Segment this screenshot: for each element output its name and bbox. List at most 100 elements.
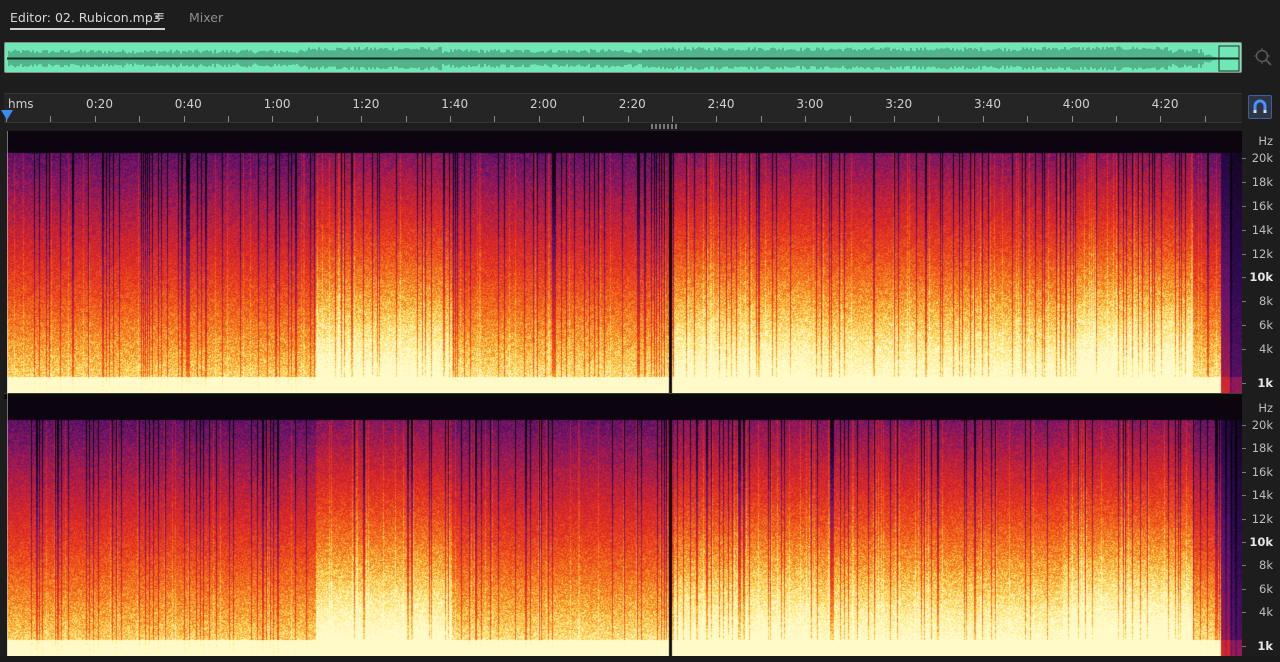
timeline-tick-label: 1:00 — [263, 97, 291, 111]
active-tab-underline — [10, 28, 165, 30]
timeline-tick — [938, 116, 939, 122]
frequency-tick-label: 4k — [1259, 342, 1273, 356]
timeline-tick-label: 1:40 — [441, 97, 469, 111]
waveform-overview[interactable] — [4, 42, 1242, 73]
timeline-tick — [494, 116, 495, 122]
timeline-tick — [761, 116, 762, 122]
timeline-tick — [1072, 116, 1073, 122]
frequency-tick — [1242, 495, 1246, 496]
timeline-tick-label: 3:40 — [974, 97, 1001, 111]
timeline-tick — [583, 116, 584, 122]
tab-editor[interactable]: Editor: 02. Rubicon.mp3 — [10, 9, 161, 27]
timeline-tick — [272, 116, 273, 122]
timeline-tick — [628, 116, 629, 122]
frequency-tick-label: 10k — [1249, 535, 1273, 549]
frequency-tick-label: 20k — [1251, 151, 1273, 165]
frequency-tick — [1242, 383, 1246, 384]
timeline-tick — [184, 116, 185, 122]
frequency-tick-label: 16k — [1251, 199, 1273, 213]
frequency-tick — [1242, 349, 1246, 350]
timeline-tick-label: 2:20 — [618, 97, 646, 111]
frequency-tick-label: 16k — [1251, 465, 1273, 479]
timeline-tick — [894, 116, 895, 122]
timeline-tick-label: 3:00 — [796, 97, 824, 111]
frequency-tick — [1242, 182, 1246, 183]
timeline-tick — [1160, 116, 1161, 122]
timeline-tick — [317, 116, 318, 122]
timeline-tick — [361, 116, 362, 122]
timeline-tick-label: 3:20 — [885, 97, 913, 111]
frequency-tick — [1242, 589, 1246, 590]
frequency-tick — [1242, 277, 1246, 278]
snap-magnet-icon — [1253, 99, 1267, 113]
frequency-tick-label: 8k — [1259, 294, 1273, 308]
timeline-tick-label: 2:00 — [530, 97, 557, 111]
frequency-tick-label: 18k — [1251, 441, 1273, 455]
timeline-tick — [672, 116, 673, 122]
timeline-tick-label: 0:20 — [86, 97, 113, 111]
frequency-tick — [1242, 158, 1246, 159]
frequency-tick — [1242, 254, 1246, 255]
timeline-tick — [1205, 116, 1206, 122]
frequency-axis-right: Hz 20k 18k 16k 14k 12k 10k 8k 6k 4k 1k — [1242, 398, 1280, 656]
timeline-tick — [983, 116, 984, 122]
frequency-unit-label: Hz — [1258, 401, 1273, 415]
timeline-ruler[interactable]: hms 0:20 0:40 1:00 1:20 1:40 2:00 2:20 2:40 3:00… — [4, 93, 1242, 123]
frequency-tick-label: 12k — [1251, 512, 1273, 526]
frequency-tick — [1242, 565, 1246, 566]
timeline-tick — [50, 116, 51, 122]
timeline-tick — [228, 116, 229, 122]
frequency-tick-label: 12k — [1251, 247, 1273, 261]
panel-menu-icon[interactable]: ≡ — [154, 9, 165, 24]
spectral-channel-left[interactable] — [7, 131, 1242, 393]
frequency-tick — [1242, 301, 1246, 302]
timeline-tick-label: 1:20 — [352, 97, 380, 111]
frequency-tick-label: 10k — [1249, 270, 1273, 284]
timeline-tick — [805, 116, 806, 122]
tab-mixer[interactable]: Mixer — [189, 9, 223, 27]
timeline-tick — [716, 116, 717, 122]
overview-waveform — [7, 45, 1240, 72]
frequency-tick — [1242, 230, 1246, 231]
spectrogram-right — [7, 398, 1242, 656]
snap-button[interactable] — [1248, 95, 1272, 119]
frequency-axis-left: Hz 20k 18k 16k 14k 12k 10k 8k 6k 4k 1k — [1242, 131, 1280, 393]
timeline-tick — [406, 116, 407, 122]
frequency-tick-label: 18k — [1251, 175, 1273, 189]
timeline-tick — [139, 116, 140, 122]
frequency-tick — [1242, 425, 1246, 426]
spectrogram-left — [7, 131, 1242, 393]
frequency-tick — [1242, 472, 1246, 473]
frequency-tick-label: 6k — [1259, 318, 1273, 332]
spectral-channel-right[interactable] — [7, 398, 1242, 656]
timeline-tick-label: 4:00 — [1062, 97, 1090, 111]
timeline-tick-label: 2:40 — [707, 97, 735, 111]
frequency-unit-label: Hz — [1258, 134, 1273, 148]
panel-resize-handle[interactable] — [651, 124, 677, 129]
timeline-tick — [95, 116, 96, 122]
start-marker-line — [7, 131, 8, 656]
frequency-tick-label: 6k — [1259, 582, 1273, 596]
frequency-tick-label: 1k — [1257, 376, 1273, 390]
timeline-tick — [539, 116, 540, 122]
frequency-tick-label: 14k — [1251, 488, 1273, 502]
frequency-tick — [1242, 519, 1246, 520]
playhead-marker[interactable] — [1, 110, 13, 120]
frequency-tick — [1242, 646, 1246, 647]
frequency-tick-label: 20k — [1251, 418, 1273, 432]
panel-tabs: Editor: 02. Rubicon.mp3 ≡ Mixer — [0, 0, 1280, 36]
frequency-tick-label: 14k — [1251, 223, 1273, 237]
timeline-tick-label: 4:20 — [1151, 97, 1179, 111]
timeline-tick — [1116, 116, 1117, 122]
timeline-tick — [1027, 116, 1028, 122]
timeline-unit-label: hms — [8, 97, 34, 111]
frequency-tick-label: 1k — [1257, 639, 1273, 653]
frequency-tick-label: 4k — [1259, 605, 1273, 619]
frequency-tick — [1242, 542, 1246, 543]
timeline-tick — [450, 116, 451, 122]
frequency-tick — [1242, 448, 1246, 449]
zoom-navigator-icon[interactable] — [1253, 47, 1273, 67]
frequency-tick — [1242, 206, 1246, 207]
timeline-tick — [850, 116, 851, 122]
frequency-tick — [1242, 612, 1246, 613]
